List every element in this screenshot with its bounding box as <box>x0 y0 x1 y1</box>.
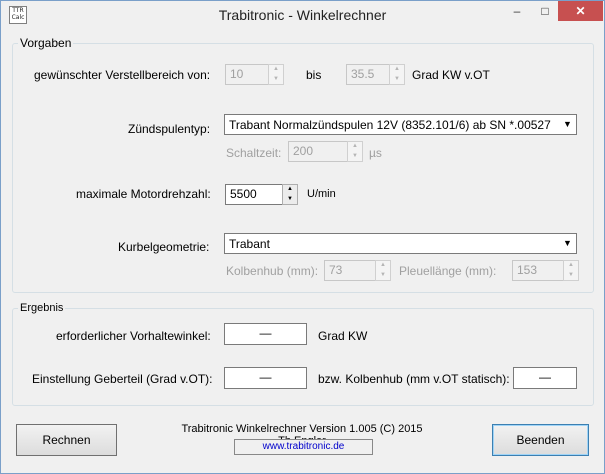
schaltzeit-label: Schaltzeit: <box>226 146 282 160</box>
ergebnis-group: Ergebnis <box>12 302 594 406</box>
beenden-button-label: Beenden <box>516 433 565 447</box>
kolbenhub-label: Kolbenhub (mm): <box>226 264 319 278</box>
spin-down-icon[interactable]: ▼ <box>376 271 390 280</box>
spin-down-icon[interactable]: ▼ <box>390 75 404 84</box>
rpm-input[interactable]: 5500 <box>225 184 283 205</box>
kolben-label: bzw. Kolbenhub (mm v.OT statisch): <box>318 372 510 386</box>
schaltzeit-unit: µs <box>369 146 382 160</box>
ergebnis-legend: Ergebnis <box>20 302 64 314</box>
spin-up-icon[interactable]: ▲ <box>348 142 362 151</box>
coil-label: Zündspulentyp: <box>128 122 211 136</box>
rpm-spinner[interactable]: ▲ ▼ <box>282 184 298 205</box>
rechnen-button[interactable]: Rechnen <box>16 424 117 456</box>
bis-label: bis <box>306 68 322 82</box>
range-label: gewünschter Verstellbereich von: <box>34 68 211 82</box>
vorhalt-label: erforderlicher Vorhaltewinkel: <box>56 329 211 343</box>
geometry-select-value: Trabant <box>229 237 270 251</box>
range-to-input[interactable]: 35.5 <box>346 64 390 85</box>
coil-select[interactable]: Trabant Normalzündspulen 12V (8352.101/6… <box>224 114 577 135</box>
spin-up-icon[interactable]: ▲ <box>390 65 404 74</box>
range-from-input[interactable]: 10 <box>225 64 269 85</box>
range-to-spinner[interactable]: ▲ ▼ <box>389 64 405 85</box>
geber-output: — <box>224 367 307 389</box>
rpm-unit: U/min <box>307 188 336 200</box>
maximize-button[interactable]: □ <box>532 1 558 21</box>
vorgaben-legend: Vorgaben <box>20 36 72 50</box>
spin-up-icon[interactable]: ▲ <box>376 261 390 270</box>
app-window: TTR Calc Trabitronic - Winkelrechner – □… <box>0 0 605 474</box>
geometry-label: Kurbelgeometrie: <box>118 240 210 254</box>
close-button[interactable]: ✕ <box>558 1 603 21</box>
rpm-label: maximale Motordrehzahl: <box>76 187 211 201</box>
range-from-spinner[interactable]: ▲ ▼ <box>268 64 284 85</box>
minimize-button[interactable]: – <box>504 1 530 21</box>
client-area: Vorgaben gewünschter Verstellbereich von… <box>7 30 598 467</box>
spin-down-icon[interactable]: ▼ <box>269 75 283 84</box>
spin-down-icon[interactable]: ▼ <box>283 195 297 204</box>
schaltzeit-input[interactable]: 200 <box>288 141 348 162</box>
kolbenhub-spinner[interactable]: ▲ ▼ <box>375 260 391 281</box>
spin-up-icon[interactable]: ▲ <box>283 185 297 194</box>
geber-label: Einstellung Geberteil (Grad v.OT): <box>32 372 213 386</box>
pleuel-label: Pleuellänge (mm): <box>399 264 497 278</box>
coil-select-value: Trabant Normalzündspulen 12V (8352.101/6… <box>229 118 551 132</box>
rechnen-button-label: Rechnen <box>42 433 91 447</box>
kolben-output: — <box>513 367 577 389</box>
schaltzeit-spinner[interactable]: ▲ ▼ <box>347 141 363 162</box>
spin-down-icon[interactable]: ▼ <box>564 271 578 280</box>
geometry-select[interactable]: Trabant ▼ <box>224 233 577 254</box>
dropdown-arrow-icon[interactable]: ▼ <box>558 234 576 253</box>
spin-down-icon[interactable]: ▼ <box>348 152 362 161</box>
pleuel-input[interactable]: 153 <box>512 260 564 281</box>
vorhalt-output: — <box>224 323 307 345</box>
pleuel-spinner[interactable]: ▲ ▼ <box>563 260 579 281</box>
vorhalt-unit: Grad KW <box>318 329 368 343</box>
website-link[interactable]: www.trabitronic.de <box>234 439 373 455</box>
range-unit-label: Grad KW v.OT <box>412 68 490 82</box>
spin-up-icon[interactable]: ▲ <box>564 261 578 270</box>
beenden-button[interactable]: Beenden <box>492 424 589 456</box>
kolbenhub-input[interactable]: 73 <box>324 260 376 281</box>
dropdown-arrow-icon[interactable]: ▼ <box>558 115 576 134</box>
spin-up-icon[interactable]: ▲ <box>269 65 283 74</box>
title-bar[interactable]: TTR Calc Trabitronic - Winkelrechner – □… <box>1 1 604 29</box>
